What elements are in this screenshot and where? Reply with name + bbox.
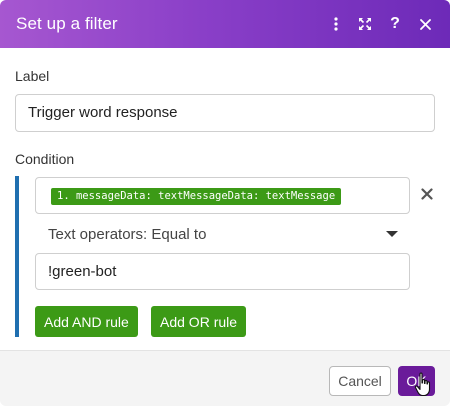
operator-value: Text operators: Equal to — [48, 226, 207, 243]
condition-field-input[interactable]: 1. messageData: textMessageData: textMes… — [35, 177, 410, 214]
chevron-down-icon — [386, 231, 398, 237]
dialog-footer: Cancel OK — [0, 350, 450, 406]
more-vertical-icon[interactable] — [326, 14, 346, 34]
label-input[interactable]: Trigger word response — [15, 94, 435, 132]
label-caption: Label — [15, 68, 50, 84]
operator-select[interactable]: Text operators: Equal to — [35, 218, 410, 252]
filter-dialog: Set up a filter ? Label Trigger word res… — [0, 0, 450, 406]
add-and-rule-button[interactable]: Add AND rule — [35, 306, 138, 337]
dialog-body: Label Trigger word response Condition 1.… — [0, 48, 450, 350]
condition-value-input[interactable]: !green-bot — [35, 253, 410, 290]
help-icon[interactable]: ? — [385, 14, 405, 34]
ok-button[interactable]: OK — [398, 366, 435, 396]
remove-rule-icon[interactable] — [419, 186, 435, 202]
dialog-header: Set up a filter ? — [0, 0, 450, 48]
expand-icon[interactable] — [355, 14, 375, 34]
condition-caption: Condition — [15, 151, 75, 167]
dialog-title: Set up a filter — [16, 14, 118, 33]
close-icon[interactable] — [415, 14, 435, 34]
rule-group-bar — [15, 176, 19, 337]
cancel-button[interactable]: Cancel — [329, 366, 391, 396]
field-mapping-pill[interactable]: 1. messageData: textMessageData: textMes… — [51, 188, 342, 205]
add-or-rule-button[interactable]: Add OR rule — [151, 306, 247, 337]
